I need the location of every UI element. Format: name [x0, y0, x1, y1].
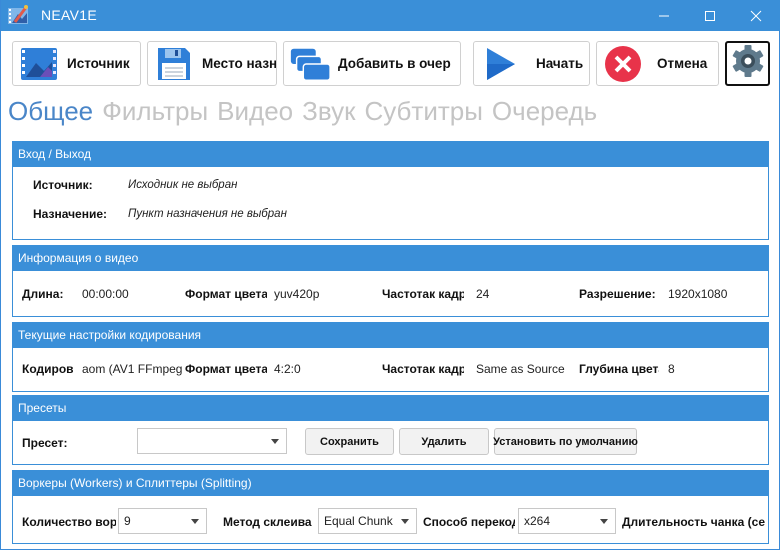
chevron-down-icon — [401, 519, 409, 524]
encoding-framerate-label: Частотак кадр — [382, 362, 464, 376]
tab-audio[interactable]: Звук — [302, 96, 355, 126]
cancel-button[interactable]: Отмена — [596, 41, 719, 86]
reencode-method-value: x264 — [524, 514, 551, 528]
encoding-framerate-value: Same as Source — [476, 362, 565, 376]
tab-filters[interactable]: Фильтры — [102, 96, 208, 126]
preset-label: Пресет: — [22, 436, 68, 450]
minimize-icon — [659, 15, 669, 16]
maximize-icon — [705, 10, 715, 21]
close-icon — [750, 10, 762, 21]
add-to-queue-button[interactable]: Добавить в очер — [283, 41, 461, 86]
worker-count-label: Количество вор — [22, 515, 116, 529]
resolution-label: Разрешение: — [579, 287, 656, 301]
presets-panel: Пресеты Пресет: Сохранить Удалить Устано… — [12, 395, 769, 465]
workers-header: Воркеры (Workers) и Сплиттеры (Splitting… — [13, 471, 768, 496]
reencode-method-label: Способ перекод — [423, 515, 515, 529]
bitdepth-label: Глубина цвета — [579, 362, 659, 376]
encoding-panel: Текущие настройки кодирования Кодиров ao… — [12, 322, 769, 392]
main-tabs: Общее Фильтры Видео Звук Субтитры Очередь — [8, 96, 606, 127]
video-file-icon — [17, 44, 61, 84]
encoding-color-format-value: 4:2:0 — [274, 362, 301, 376]
chevron-down-icon — [271, 439, 279, 444]
chevron-down-icon — [191, 519, 199, 524]
cancel-x-icon — [601, 44, 645, 84]
color-format-label: Формат цвета — [185, 287, 267, 301]
concat-method-select[interactable]: Equal Chunk — [318, 508, 417, 534]
workers-panel: Воркеры (Workers) и Сплиттеры (Splitting… — [12, 470, 769, 544]
save-preset-button[interactable]: Сохранить — [305, 428, 394, 455]
encoding-color-format-label: Формат цвета — [185, 362, 267, 376]
io-panel-header: Вход / Выход — [13, 142, 768, 167]
presets-header: Пресеты — [13, 396, 768, 421]
maximize-button[interactable] — [687, 0, 733, 31]
video-info-header: Информация о видео — [13, 246, 768, 271]
window-title: NEAV1E — [41, 7, 98, 23]
reencode-method-select[interactable]: x264 — [518, 508, 616, 534]
source-value: Исходник не выбран — [128, 179, 238, 191]
tab-general[interactable]: Общее — [8, 96, 93, 126]
encoder-value: aom (AV1 FFmpeg — [82, 362, 182, 376]
bitdepth-value: 8 — [668, 362, 675, 376]
resolution-value: 1920x1080 — [668, 287, 728, 301]
close-button[interactable] — [733, 0, 779, 31]
minimize-button[interactable] — [641, 0, 687, 31]
app-window: NEAV1E Источник Место назн Добавить в оч… — [0, 0, 780, 550]
title-bar: NEAV1E — [1, 0, 780, 31]
play-icon — [478, 44, 522, 84]
encoding-header: Текущие настройки кодирования — [13, 323, 768, 348]
encoder-label: Кодиров — [22, 362, 74, 376]
set-default-preset-button[interactable]: Установить по умолчанию — [493, 428, 638, 455]
worker-count-value: 9 — [124, 514, 131, 528]
worker-count-select[interactable]: 9 — [118, 508, 207, 534]
source-button-label: Источник — [67, 56, 130, 71]
app-logo-icon — [7, 4, 31, 26]
concat-method-value: Equal Chunk — [324, 514, 393, 528]
concat-method-label: Метод склеива — [223, 515, 312, 529]
framerate-value: 24 — [476, 287, 490, 301]
destination-button[interactable]: Место назн — [147, 41, 277, 86]
save-disk-icon — [152, 44, 196, 84]
destination-label: Назначение: — [33, 207, 108, 221]
chevron-down-icon — [600, 519, 608, 524]
start-button[interactable]: Начать — [473, 41, 590, 86]
length-value: 00:00:00 — [82, 287, 129, 301]
destination-button-label: Место назн — [202, 56, 277, 71]
source-button[interactable]: Источник — [12, 41, 141, 86]
tab-subtitles[interactable]: Субтитры — [364, 96, 482, 126]
length-label: Длина: — [22, 287, 64, 301]
chunk-length-label: Длительность чанка (се — [622, 515, 766, 529]
gear-icon — [730, 43, 766, 84]
add-to-queue-button-label: Добавить в очер — [338, 56, 451, 71]
preset-select[interactable] — [137, 428, 287, 454]
cancel-button-label: Отмена — [657, 56, 708, 71]
io-panel: Вход / Выход Источник: Исходник не выбра… — [12, 141, 769, 240]
start-button-label: Начать — [536, 56, 584, 71]
color-format-value: yuv420p — [274, 287, 320, 301]
framerate-label: Частотак кадр — [382, 287, 464, 301]
source-label: Источник: — [33, 178, 93, 192]
queue-stack-icon — [288, 44, 332, 84]
delete-preset-button[interactable]: Удалить — [399, 428, 489, 455]
tab-video[interactable]: Видео — [217, 96, 293, 126]
tab-queue[interactable]: Очередь — [492, 96, 597, 126]
video-info-panel: Информация о видео Длина: 00:00:00 Форма… — [12, 245, 769, 317]
settings-button[interactable] — [725, 41, 770, 86]
destination-value: Пункт назначения не выбран — [128, 208, 287, 220]
